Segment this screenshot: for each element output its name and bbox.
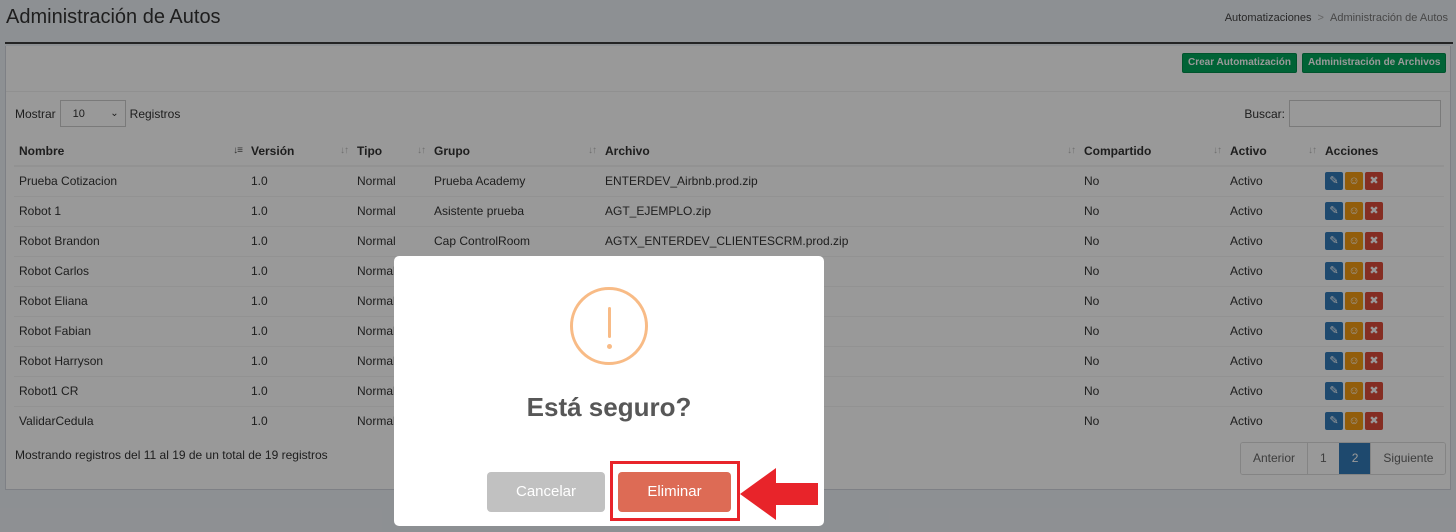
warning-icon bbox=[570, 287, 648, 365]
cancel-button[interactable]: Cancelar bbox=[487, 472, 605, 512]
highlight-box bbox=[610, 461, 740, 521]
dialog-title: Está seguro? bbox=[526, 392, 692, 422]
arrow-left-icon bbox=[740, 468, 818, 520]
